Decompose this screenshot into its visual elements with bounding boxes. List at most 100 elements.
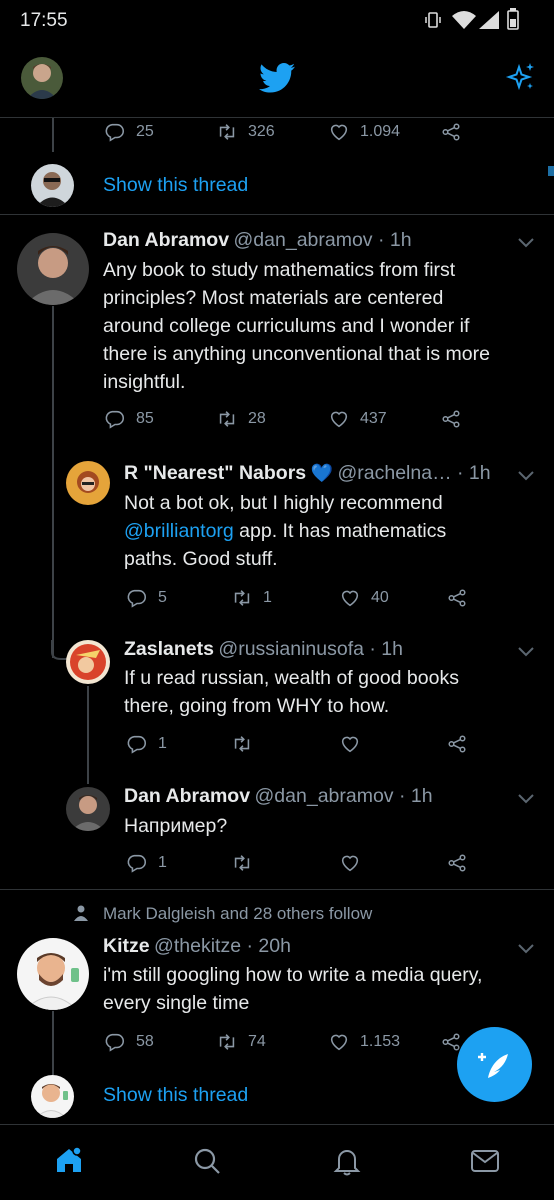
reply-button[interactable]: 1 — [126, 733, 167, 755]
tweet-line: Not a bot ok, but I highly recommend — [124, 492, 443, 514]
like-count: 40 — [371, 589, 389, 606]
tweet-text: Например? — [124, 812, 227, 840]
retweet-count: 28 — [248, 410, 266, 427]
compose-icon — [477, 1052, 508, 1078]
author-name[interactable]: Dan Abramov — [103, 229, 229, 251]
reply-button[interactable]: 25 — [104, 121, 154, 143]
tweet-text: If u read russian, wealth of good books … — [124, 664, 459, 720]
share-button[interactable] — [446, 852, 468, 874]
reply-icon — [127, 854, 147, 873]
retweet-button[interactable] — [231, 852, 253, 874]
compose-tweet-button[interactable] — [457, 1027, 532, 1102]
chevron-down-icon[interactable] — [517, 943, 535, 955]
reply-count: 5 — [158, 589, 167, 606]
reply-icon — [105, 123, 125, 142]
author-name[interactable]: Dan Abramov — [124, 785, 250, 807]
thread-line — [87, 686, 89, 784]
avatar[interactable] — [31, 164, 74, 207]
show-thread-link[interactable]: Show this thread — [103, 174, 248, 197]
tweet-line: insightful. — [103, 371, 186, 393]
status-time: 17:55 — [20, 10, 68, 31]
share-button[interactable] — [446, 733, 468, 755]
retweet-icon — [234, 736, 250, 752]
avatar[interactable] — [17, 938, 89, 1010]
person-icon — [74, 905, 88, 926]
retweet-icon — [234, 855, 250, 871]
tweet-divider — [0, 214, 554, 215]
reply-icon — [127, 589, 147, 608]
heart-icon — [330, 411, 348, 428]
profile-avatar[interactable] — [21, 57, 63, 99]
twitter-logo-icon — [259, 63, 295, 98]
share-button[interactable] — [440, 408, 462, 430]
chevron-down-icon[interactable] — [517, 237, 535, 249]
tweet-line: Например? — [124, 815, 228, 837]
messages-icon[interactable] — [470, 1149, 500, 1178]
avatar[interactable] — [31, 1075, 74, 1118]
search-icon[interactable] — [193, 1147, 221, 1180]
sparkle-icon[interactable] — [505, 61, 537, 98]
signal-icon — [478, 10, 500, 35]
tweet-text: Not a bot ok, but I highly recommend @br… — [124, 489, 446, 573]
vibrate-icon — [425, 10, 441, 35]
tweet-line: i'm still googling how to write a media … — [103, 964, 483, 986]
retweet-icon — [219, 1034, 235, 1050]
heart-icon — [330, 1034, 348, 1051]
author-name[interactable]: Zaslanets — [124, 638, 214, 660]
share-icon — [448, 854, 466, 872]
share-icon — [448, 735, 466, 753]
tweet-line: principles? Most materials are centered — [103, 287, 444, 309]
like-button[interactable] — [339, 733, 361, 755]
home-icon[interactable] — [54, 1145, 84, 1180]
avatar[interactable] — [66, 461, 110, 505]
reply-icon — [127, 735, 147, 754]
author-name[interactable]: R "Nearest" Nabors — [124, 462, 306, 484]
chevron-down-icon[interactable] — [517, 470, 535, 482]
reply-count: 58 — [136, 1033, 154, 1050]
blue-heart-icon: 💙 — [310, 463, 334, 483]
share-button[interactable] — [446, 587, 468, 609]
author-name[interactable]: Kitze — [103, 935, 150, 957]
share-button[interactable] — [440, 121, 462, 143]
share-icon — [442, 410, 460, 428]
header-divider — [0, 117, 554, 118]
avatar[interactable] — [66, 640, 110, 684]
mention-link[interactable]: @brilliantorg — [124, 520, 234, 542]
heart-icon — [341, 590, 359, 607]
tweet-line: around college curriculums and I wonder … — [103, 315, 470, 337]
retweet-button[interactable]: 1 — [231, 587, 272, 609]
notifications-icon[interactable] — [333, 1146, 361, 1181]
reply-button[interactable]: 85 — [104, 408, 154, 430]
retweet-button[interactable]: 74 — [216, 1031, 266, 1053]
chevron-down-icon[interactable] — [517, 646, 535, 658]
tweet-line: there is anything unconventional that is… — [103, 343, 490, 365]
scrollbar[interactable] — [548, 166, 554, 176]
retweet-button[interactable]: 326 — [216, 121, 275, 143]
retweet-button[interactable] — [231, 733, 253, 755]
like-count: 1.094 — [360, 123, 401, 140]
chevron-down-icon[interactable] — [517, 793, 535, 805]
author-handle: @rachelna… · 1h — [337, 462, 491, 484]
like-button[interactable]: 437 — [328, 408, 387, 430]
retweet-icon — [219, 124, 235, 140]
retweet-icon — [219, 411, 235, 427]
social-context: Mark Dalgleish and 28 others follow — [103, 904, 373, 923]
author-handle: @thekitze · 20h — [154, 935, 291, 957]
avatar[interactable] — [17, 233, 89, 305]
avatar[interactable] — [66, 787, 110, 831]
retweet-count: 74 — [248, 1033, 266, 1050]
show-thread-link[interactable]: Show this thread — [103, 1084, 248, 1107]
like-button[interactable] — [339, 852, 361, 874]
retweet-count: 1 — [263, 589, 272, 606]
tweet-line-rest: app. It has mathematics — [233, 520, 447, 542]
retweet-button[interactable]: 28 — [216, 408, 266, 430]
reply-button[interactable]: 1 — [126, 852, 167, 874]
like-button[interactable]: 40 — [339, 587, 389, 609]
like-button[interactable]: 1.153 — [328, 1031, 400, 1053]
reply-count: 85 — [136, 410, 154, 427]
like-button[interactable]: 1.094 — [328, 121, 400, 143]
reply-button[interactable]: 5 — [126, 587, 167, 609]
tweet-line: @brilliantorg app. It has mathematics — [124, 517, 446, 545]
reply-button[interactable]: 58 — [104, 1031, 154, 1053]
tweet-text: Any book to study mathematics from first… — [103, 256, 490, 396]
